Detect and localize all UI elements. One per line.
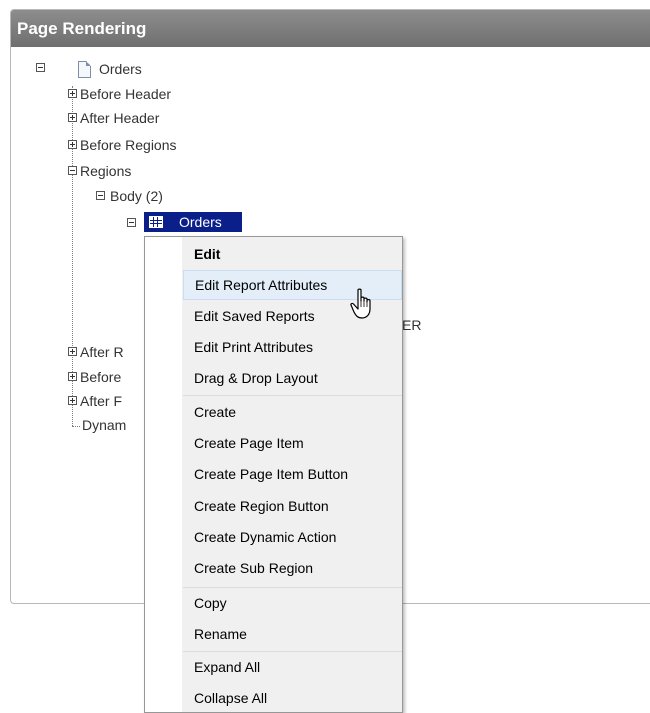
orders-region-label: Orders [179,214,222,230]
after-footer-expand-toggle[interactable] [68,396,77,405]
menu-item-copy[interactable]: Copy [183,588,402,618]
report-grid-icon [149,216,163,228]
root-collapse-toggle[interactable] [36,63,45,72]
menu-item-rename[interactable]: Rename [183,619,402,649]
before-regions-expand-toggle[interactable] [68,140,77,149]
tree-node-hidden-text: ER [402,317,422,333]
tree-root-orders[interactable]: Orders [99,59,142,79]
tree-node-before-regions[interactable]: Before Regions [80,135,177,155]
menu-item-create[interactable]: Create [183,397,402,427]
before-footer-expand-toggle[interactable] [68,372,77,381]
menu-item-expand-all[interactable]: Expand All [183,652,402,682]
panel-title: Page Rendering [11,10,650,47]
hand-pointer-cursor-icon [350,288,371,319]
menu-item-create-region-button[interactable]: Create Region Button [183,491,402,521]
menu-item-create-dynamic-action[interactable]: Create Dynamic Action [183,522,402,552]
menu-item-edit[interactable]: Edit [183,239,402,269]
after-header-expand-toggle[interactable] [68,113,77,122]
tree-node-body[interactable]: Body (2) [110,186,163,206]
tree-node-before-header[interactable]: Before Header [80,84,171,104]
body-collapse-toggle[interactable] [96,191,105,200]
tree-node-regions[interactable]: Regions [80,161,131,181]
menu-item-edit-print-attributes[interactable]: Edit Print Attributes [183,332,402,362]
tree-node-dynamic-actions[interactable]: Dynam [82,415,126,435]
after-regions-expand-toggle[interactable] [68,347,77,356]
tree-node-after-header[interactable]: After Header [80,108,159,128]
menu-item-create-page-item-button[interactable]: Create Page Item Button [183,459,402,489]
page-icon [78,61,91,78]
menu-item-create-page-item[interactable]: Create Page Item [183,428,402,458]
before-header-expand-toggle[interactable] [68,89,77,98]
menu-item-create-sub-region[interactable]: Create Sub Region [183,553,402,583]
regions-collapse-toggle[interactable] [68,166,77,175]
orders-region-collapse-toggle[interactable] [127,218,136,227]
tree-node-after-regions[interactable]: After R [80,342,124,362]
menu-item-drag-drop-layout[interactable]: Drag & Drop Layout [183,363,402,393]
tree-node-after-footer[interactable]: After F [80,391,122,411]
tree-node-orders-region-selected[interactable]: Orders [144,212,242,232]
menu-item-collapse-all[interactable]: Collapse All [183,683,402,713]
tree-node-before-footer[interactable]: Before [80,367,121,387]
